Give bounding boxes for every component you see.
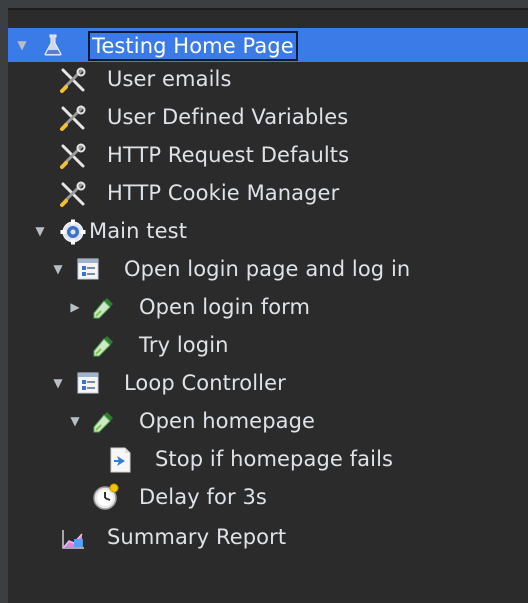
tree-node-label: Stop if homepage fails [155,447,394,471]
tree-node-testing-home-page[interactable]: ▼ Testing Home Page [8,28,528,62]
tree-node-summary-report[interactable]: Summary Report [8,520,528,554]
expand-down-icon[interactable]: ▼ [52,377,64,389]
tree-node-label: Loop Controller [124,371,286,395]
tree-node-label: HTTP Cookie Manager [107,181,340,205]
tree-node-stop-if-homepage-fails[interactable]: Stop if homepage fails [8,442,528,476]
tree-node-delay[interactable]: Delay for 3s [8,480,528,514]
pipette-icon [92,333,116,357]
tree-node-main-test[interactable]: ▼ Main test [8,214,528,248]
controller-icon [76,371,100,395]
assertion-icon [108,447,132,473]
test-plan-tree-panel: ▼ Testing Home Page User emails User Def… [8,8,528,603]
tree-node-loop-controller[interactable]: ▼ Loop Controller [8,366,528,400]
controller-icon [76,257,100,281]
pipette-icon [92,409,116,433]
tree-node-open-homepage[interactable]: ▼ Open homepage [8,404,528,438]
tree-node-label: HTTP Request Defaults [107,143,350,167]
wrench-screwdriver-icon [60,181,86,207]
tree-node-http-request-defaults[interactable]: HTTP Request Defaults [8,138,528,172]
expand-down-icon[interactable]: ▼ [69,415,81,427]
timer-icon [92,483,120,511]
tree-node-label: Open homepage [139,409,316,433]
expand-right-icon[interactable]: ▶ [69,301,81,313]
tree-node-label: Testing Home Page [88,31,298,61]
tree-node-label: Open login page and log in [124,257,411,281]
tree-node-label: Summary Report [107,525,287,549]
tree-node-label: Try login [139,333,229,357]
tree-node-user-defined-variables[interactable]: User Defined Variables [8,100,528,134]
tree-node-try-login[interactable]: Try login [8,328,528,362]
tree-node-label: User emails [107,67,232,91]
chart-icon [60,525,84,549]
tree-node-label: Main test [89,219,188,243]
tree-node-label: Open login form [139,295,311,319]
tree-node-http-cookie-manager[interactable]: HTTP Cookie Manager [8,176,528,210]
pipette-icon [92,295,116,319]
beaker-icon [41,33,65,57]
tree-node-user-emails[interactable]: User emails [8,62,528,96]
tree-node-label: User Defined Variables [107,105,349,129]
tree-node-open-login-form[interactable]: ▶ Open login form [8,290,528,324]
wrench-screwdriver-icon [60,105,86,131]
expand-down-icon[interactable]: ▼ [34,225,46,237]
gear-icon [60,219,86,245]
wrench-screwdriver-icon [60,143,86,169]
expand-down-icon[interactable]: ▼ [16,39,28,51]
wrench-screwdriver-icon [60,67,86,93]
expand-down-icon[interactable]: ▼ [52,263,64,275]
tree-node-open-login-page[interactable]: ▼ Open login page and log in [8,252,528,286]
tree-node-label: Delay for 3s [139,485,267,509]
